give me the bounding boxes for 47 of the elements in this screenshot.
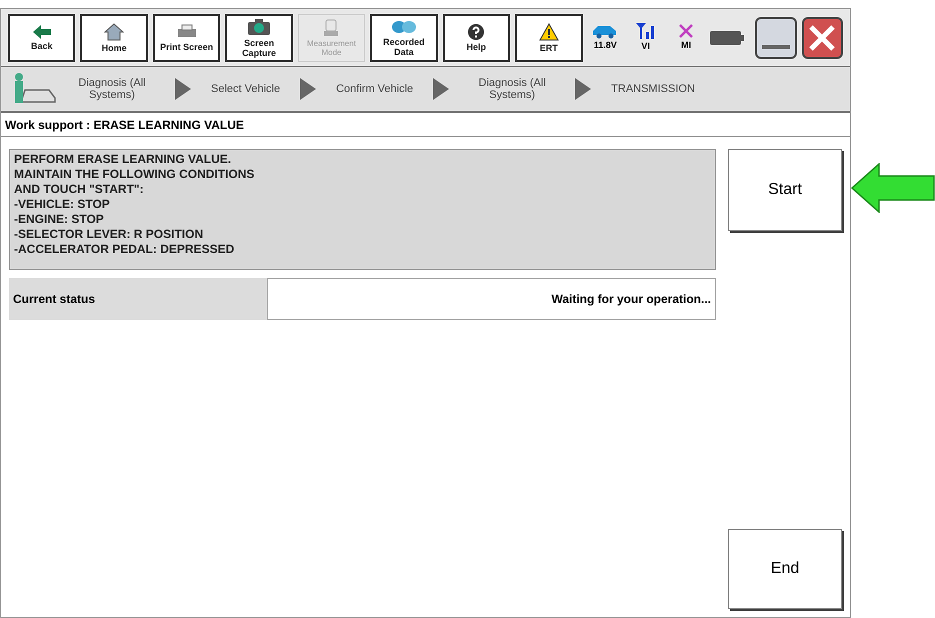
close-icon [808,24,836,52]
house-icon [104,22,124,40]
toolbar-button[interactable]: Print Screen [152,14,220,62]
chevron-icon [575,78,592,100]
instruction-line: -ACCELERATOR PEDAL: DEPRESSED [14,242,236,257]
toolbar-button[interactable]: Back [8,14,76,62]
cross-icon [678,22,694,39]
minimize-button[interactable] [755,16,797,58]
arrow-left-icon [32,24,51,38]
arrow-left-icon [851,163,935,213]
camera-icon [247,18,272,36]
warning-icon [538,22,559,40]
printer-icon [176,24,198,40]
status-label: VI [641,40,650,53]
signal-icon [634,22,657,40]
breadcrumb-item[interactable]: Diagnosis (All Systems) [57,77,167,101]
status-label: MI [681,38,692,52]
instruction-line: MAINTAIN THE FOLLOWING CONDITIONS [14,167,256,182]
toolbar-button[interactable]: Help [442,14,510,62]
instruction-line: PERFORM ERASE LEARNING VALUE. [14,152,232,167]
instruction-line: -ENGINE: STOP [14,212,105,227]
battery-icon [710,30,744,44]
start-button[interactable]: Start [728,149,842,231]
close-button[interactable] [802,16,843,58]
toolbar-button[interactable]: ERT [515,14,582,62]
help-icon [468,24,484,40]
breadcrumb-item[interactable]: TRANSMISSION [599,83,707,95]
minimize-icon [762,44,790,48]
status-value: Waiting for your operation... [267,278,716,320]
instruction-line: -VEHICLE: STOP [14,197,111,212]
chevron-icon [175,78,191,100]
breadcrumb-item[interactable]: Select Vehicle [199,83,292,95]
breadcrumb-item[interactable]: Diagnosis (All Systems) [457,77,568,101]
toolbar-button[interactable]: Screen Capture [225,14,293,62]
instruction-line: -SELECTOR LEVER: R POSITION [14,227,204,242]
meter-icon [323,18,340,36]
status-label: 11.8V [594,38,617,52]
status-label: Current status [9,278,267,320]
toolbar-button[interactable]: Recorded Data [370,14,438,62]
breadcrumb-item[interactable]: Confirm Vehicle [324,83,426,95]
data-disks-icon [390,18,417,34]
instruction-line: AND TOUCH "START": [14,182,145,197]
chevron-icon [433,78,450,100]
page-title: Work support : ERASE LEARNING VALUE [1,113,850,137]
chevron-icon [300,78,316,100]
end-button[interactable]: End [728,529,842,609]
toolbar-button[interactable]: Home [80,14,148,62]
